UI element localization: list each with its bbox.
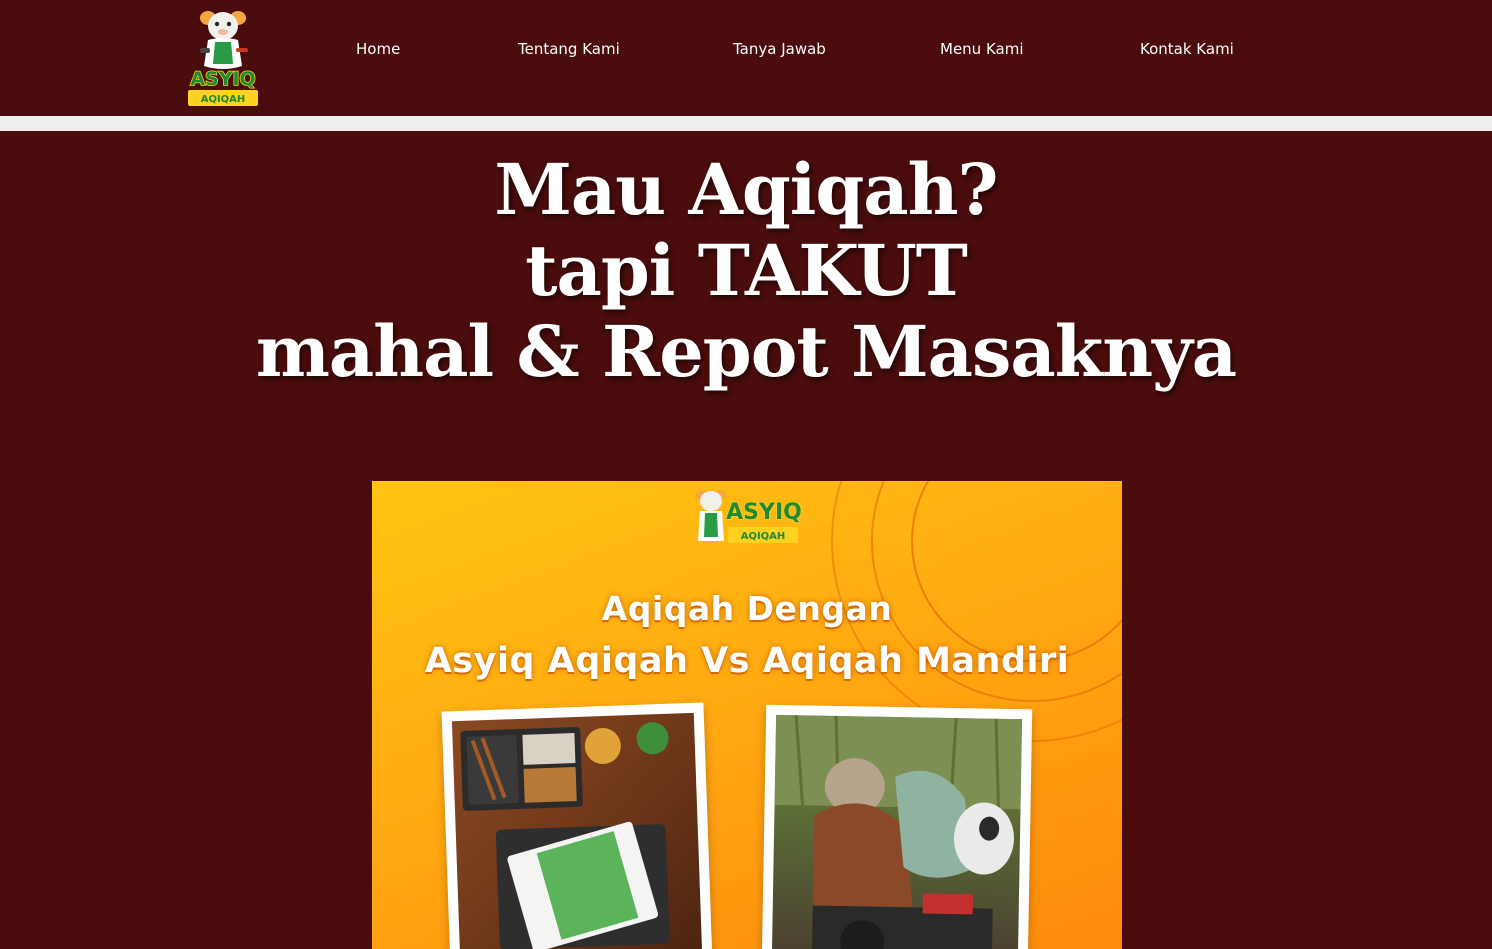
- hero-section: Mau Aqiqah? tapi TAKUT mahal & Repot Mas…: [0, 131, 1492, 949]
- hero-line-3: mahal & Repot Masaknya: [255, 310, 1237, 393]
- promo-title-line-2: Asyiq Aqiqah Vs Aqiqah Mandiri: [424, 641, 1070, 681]
- logo-wordmark: ASYIQ: [190, 68, 255, 90]
- promo-logo-subname: AQIQAH: [741, 531, 786, 542]
- nav-home[interactable]: Home: [356, 38, 400, 60]
- hero-line-2: tapi TAKUT: [525, 229, 968, 312]
- hero-line-1: Mau Aqiqah?: [494, 148, 998, 231]
- promo-logo: ASYIQ AQIQAH: [696, 490, 803, 543]
- nav-tentang-kami[interactable]: Tentang Kami: [518, 38, 620, 60]
- main-nav: Home Tentang Kami Tanya Jawab Menu Kami …: [0, 38, 1492, 62]
- field-illustration: [774, 714, 1023, 949]
- photo-manual-aqiqah: [761, 704, 1033, 949]
- nav-menu-kami[interactable]: Menu Kami: [940, 38, 1024, 60]
- food-illustration: [460, 722, 670, 949]
- promo-title: Aqiqah Dengan Asyiq Aqiqah Vs Aqiqah Man…: [372, 585, 1122, 689]
- site-header: ASYIQ AQIQAH Home Tentang Kami Tanya Jaw…: [0, 0, 1492, 116]
- hero-headline: Mau Aqiqah? tapi TAKUT mahal & Repot Mas…: [0, 149, 1492, 392]
- promo-image: ASYIQ AQIQAH Aqiqah Dengan Asyiq Aqiqah …: [372, 481, 1122, 949]
- nav-tanya-jawab[interactable]: Tanya Jawab: [733, 38, 826, 60]
- logo-subname: AQIQAH: [201, 94, 246, 105]
- promo-title-line-1: Aqiqah Dengan: [601, 589, 893, 628]
- header-divider: [0, 116, 1492, 131]
- photo-food-package: [441, 702, 713, 949]
- nav-kontak-kami[interactable]: Kontak Kami: [1140, 38, 1234, 60]
- promo-logo-wordmark: ASYIQ: [726, 500, 802, 525]
